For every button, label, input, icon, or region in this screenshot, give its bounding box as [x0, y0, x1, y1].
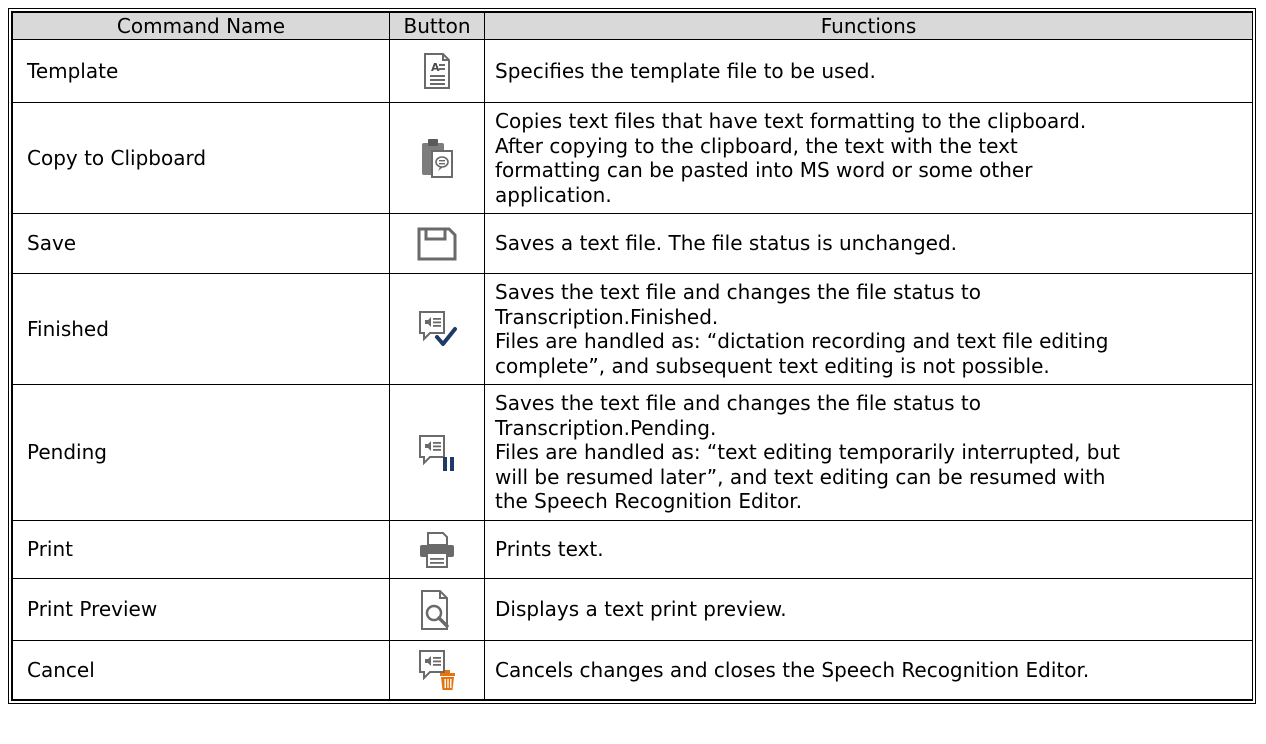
- function-line: formatting can be pasted into MS word or…: [495, 158, 1033, 182]
- function-cell: Saves the text file and changes the file…: [484, 384, 1253, 521]
- function-line: Files are handled as: “dictation recordi…: [495, 329, 1109, 353]
- command-name-cell: Template: [12, 39, 390, 103]
- function-cell: Cancels changes and closes the Speech Re…: [484, 640, 1253, 700]
- table-row: Save Saves a text file. The file status …: [12, 213, 1253, 274]
- button-cell: [389, 520, 485, 579]
- function-line: complete”, and subsequent text editing i…: [495, 353, 1050, 378]
- function-line: Files are handled as: “text editing temp…: [495, 440, 1120, 465]
- function-line: Saves the text file and changes the file…: [495, 280, 981, 304]
- header-button: Button: [389, 12, 485, 40]
- function-line: Transcription.Pending.: [495, 415, 717, 440]
- function-cell: Prints text.: [484, 520, 1253, 579]
- command-table: Command Name Button Functions Template A: [12, 12, 1253, 700]
- button-cell: [389, 213, 485, 274]
- command-name-cell: Print Preview: [12, 578, 390, 641]
- function-line: Specifies the template file to be used.: [495, 58, 876, 83]
- command-name-cell: Pending: [12, 384, 390, 521]
- printer-icon[interactable]: [418, 531, 456, 569]
- function-cell: Displays a text print preview.: [484, 578, 1253, 641]
- table-row: Copy to Clipboard Copies text files that: [12, 102, 1253, 214]
- button-cell: [389, 384, 485, 521]
- button-cell: A: [389, 39, 485, 103]
- command-name-cell: Copy to Clipboard: [12, 102, 390, 214]
- header-functions: Functions: [484, 12, 1253, 40]
- svg-text:A: A: [431, 61, 440, 74]
- button-cell: [389, 102, 485, 214]
- function-line: Saves the text file and changes the file…: [495, 391, 981, 416]
- function-line: Saves a text file. The file status is un…: [495, 231, 958, 256]
- button-cell: [389, 273, 485, 385]
- function-line: will be resumed later”, and text editing…: [495, 464, 1106, 489]
- function-cell: Saves a text file. The file status is un…: [484, 213, 1253, 274]
- finished-checkmark-icon[interactable]: [417, 309, 457, 349]
- function-cell: Specifies the template file to be used.: [484, 39, 1253, 103]
- command-table-frame: Command Name Button Functions Template A: [8, 8, 1256, 704]
- function-cell: Copies text files that have text formatt…: [484, 102, 1253, 214]
- table-row: Print Prints text.: [12, 520, 1253, 579]
- function-line: Displays a text print preview.: [495, 597, 787, 622]
- table-row: Finished Saves the text file and changes…: [12, 273, 1253, 385]
- function-line: Cancels changes and closes the Speech Re…: [495, 657, 1090, 682]
- function-line: Prints text.: [495, 537, 604, 562]
- table-row: Template A Specifies the template file t…: [12, 39, 1253, 103]
- function-line: application.: [495, 182, 612, 207]
- header-row: Command Name Button Functions: [12, 12, 1253, 40]
- print-preview-magnifier-icon[interactable]: [419, 589, 455, 631]
- template-document-icon[interactable]: A: [422, 52, 452, 90]
- copy-to-clipboard-icon[interactable]: [420, 137, 454, 179]
- button-cell: [389, 578, 485, 641]
- cancel-trash-icon[interactable]: [417, 649, 457, 691]
- function-line: Transcription.Finished.: [495, 304, 719, 329]
- button-cell: [389, 640, 485, 700]
- save-floppy-icon[interactable]: [417, 227, 457, 261]
- command-name-cell: Cancel: [12, 640, 390, 700]
- table-row: Pending Saves the text file and changes: [12, 384, 1253, 521]
- table-row: Print Preview Displays a text print prev…: [12, 578, 1253, 641]
- pending-pause-icon[interactable]: [417, 433, 457, 473]
- command-name-cell: Save: [12, 213, 390, 274]
- function-line: Copies text files that have text formatt…: [495, 109, 1087, 133]
- table-row: Cancel Cancels changes and closes the Sp…: [12, 640, 1253, 700]
- header-command-name: Command Name: [12, 12, 390, 40]
- function-cell: Saves the text file and changes the file…: [484, 273, 1253, 385]
- command-name-cell: Print: [12, 520, 390, 579]
- command-name-cell: Finished: [12, 273, 390, 385]
- function-line: After copying to the clipboard, the text…: [495, 133, 1018, 158]
- function-line: the Speech Recognition Editor.: [495, 489, 803, 514]
